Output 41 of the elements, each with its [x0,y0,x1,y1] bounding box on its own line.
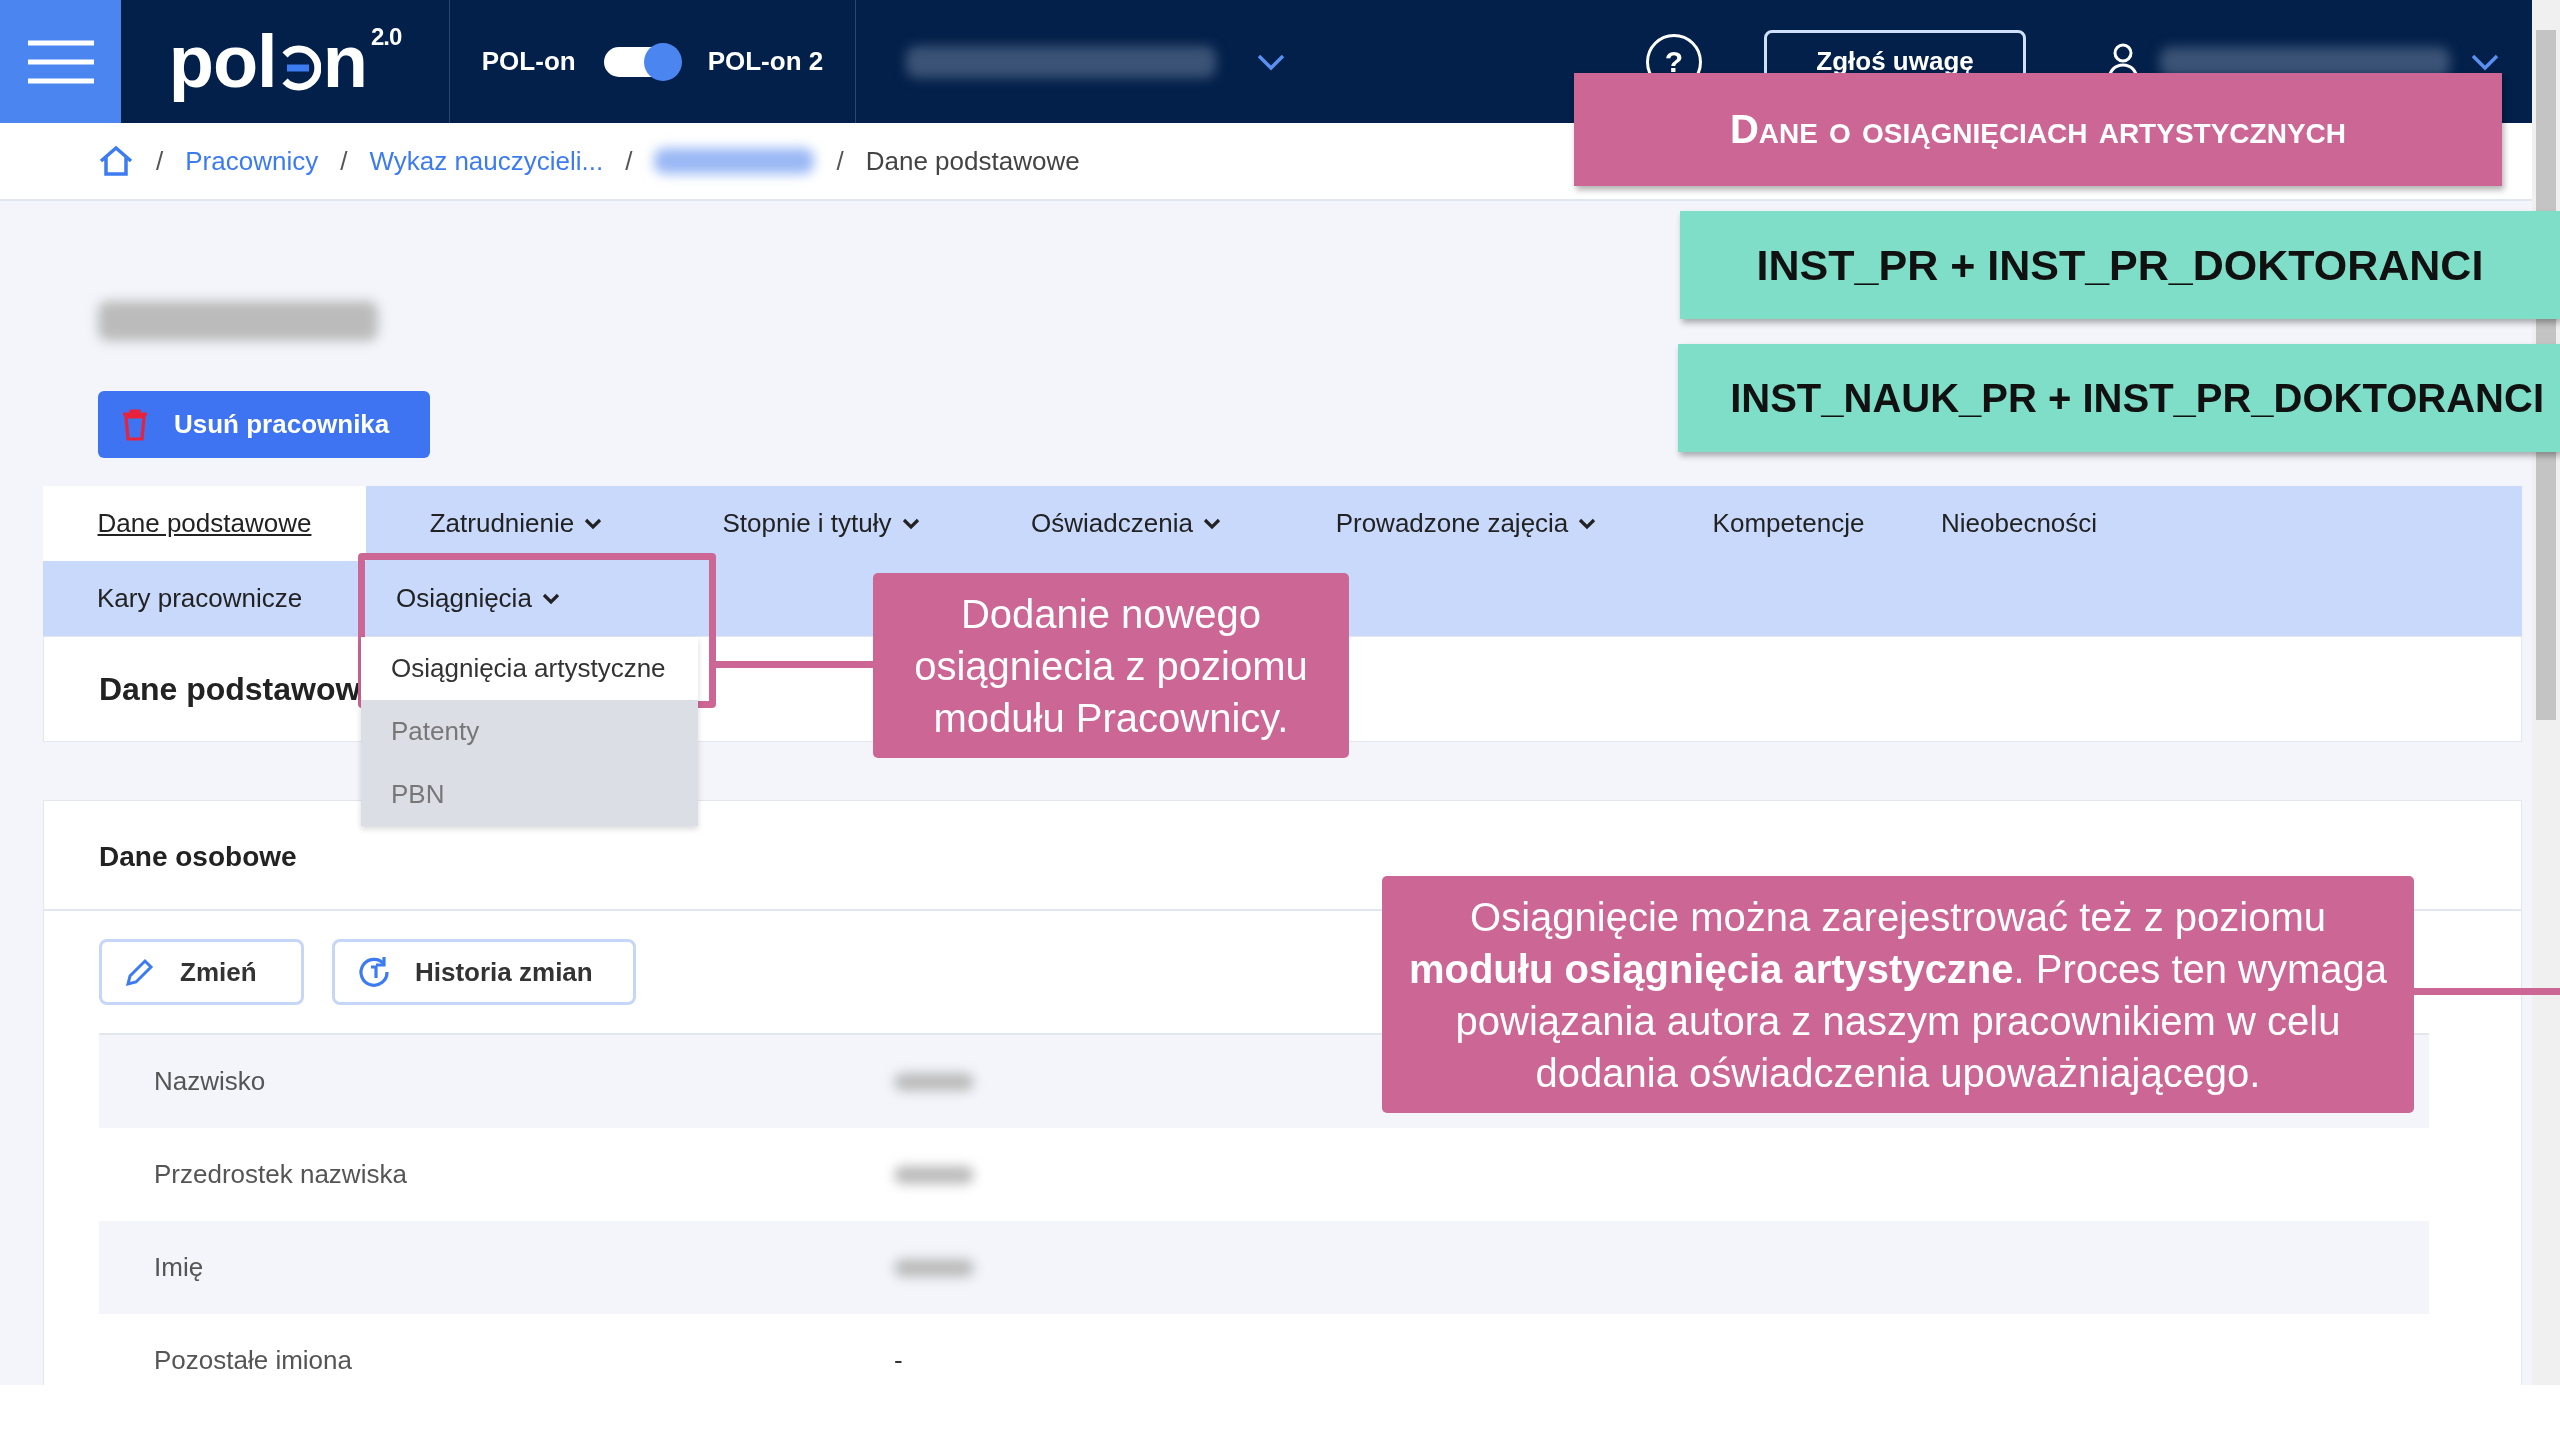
tab[interactable]: Prowadzone zajęcia [1276,486,1656,561]
menu-button[interactable] [0,0,121,123]
tab[interactable]: Zatrudnienie [366,486,666,561]
field-value: - [894,1345,903,1376]
menu-icon [25,39,96,84]
history-icon [357,955,391,989]
tab[interactable]: Kary pracownicze [43,561,358,636]
callout: Dodanie nowego osiągniecia z poziomu modułu Pracownicy. [873,573,1349,758]
toggle-label: POL-on 2 [707,46,824,77]
chevron-down-icon[interactable] [2470,52,2500,71]
toggle-label: POL-on [481,46,576,77]
breadcrumb-link[interactable]: Pracownicy [185,145,319,177]
field-label: Przedrostek nazwiska [153,1159,408,1190]
dropdown-item[interactable]: Osiągnięcia artystyczne [361,637,698,700]
tab[interactable]: Kompetencje [1656,486,1921,561]
pencil-icon [124,956,156,988]
tab[interactable]: Nieobecności [1921,486,2118,561]
tab[interactable]: Oświadczenia [976,486,1276,561]
tab[interactable]: Osiągnięcia [358,561,580,636]
history-button[interactable]: Historia zmian [332,939,636,1005]
edit-button[interactable]: Zmień [99,939,304,1005]
heading-tooltip: Dane o osiągnięciach artystycznych [1574,73,2502,186]
role-label: INST_NAUK_PR + INST_PR_DOKTORANCI [1678,344,2560,452]
field-label: Pozostałe imiona [153,1345,353,1376]
breadcrumb-current: Dane podstawowe [865,145,1080,177]
delete-employee-button[interactable]: Usuń pracownika [98,391,430,458]
breadcrumb-separator: / [156,145,164,177]
breadcrumb-separator: / [340,145,348,177]
role-label: INST_PR + INST_PR_DOKTORANCI [1680,211,2560,319]
trash-icon [122,408,148,441]
breadcrumb-link[interactable]: Wykaz nauczycieli... [369,145,604,177]
field-label: Nazwisko [153,1066,267,1097]
tab[interactable]: Stopnie i tytuły [666,486,976,561]
breadcrumb-separator: / [836,145,844,177]
breadcrumb-separator: / [625,145,633,177]
home-icon[interactable] [98,145,134,177]
logo: pol n$^{2.0}$ [168,19,402,104]
field-label: Imię [153,1252,205,1283]
section-title: Dane podstawow [99,670,361,708]
chevron-down-icon[interactable] [1256,52,1286,71]
tab[interactable]: Dane podstawowe [43,486,366,561]
